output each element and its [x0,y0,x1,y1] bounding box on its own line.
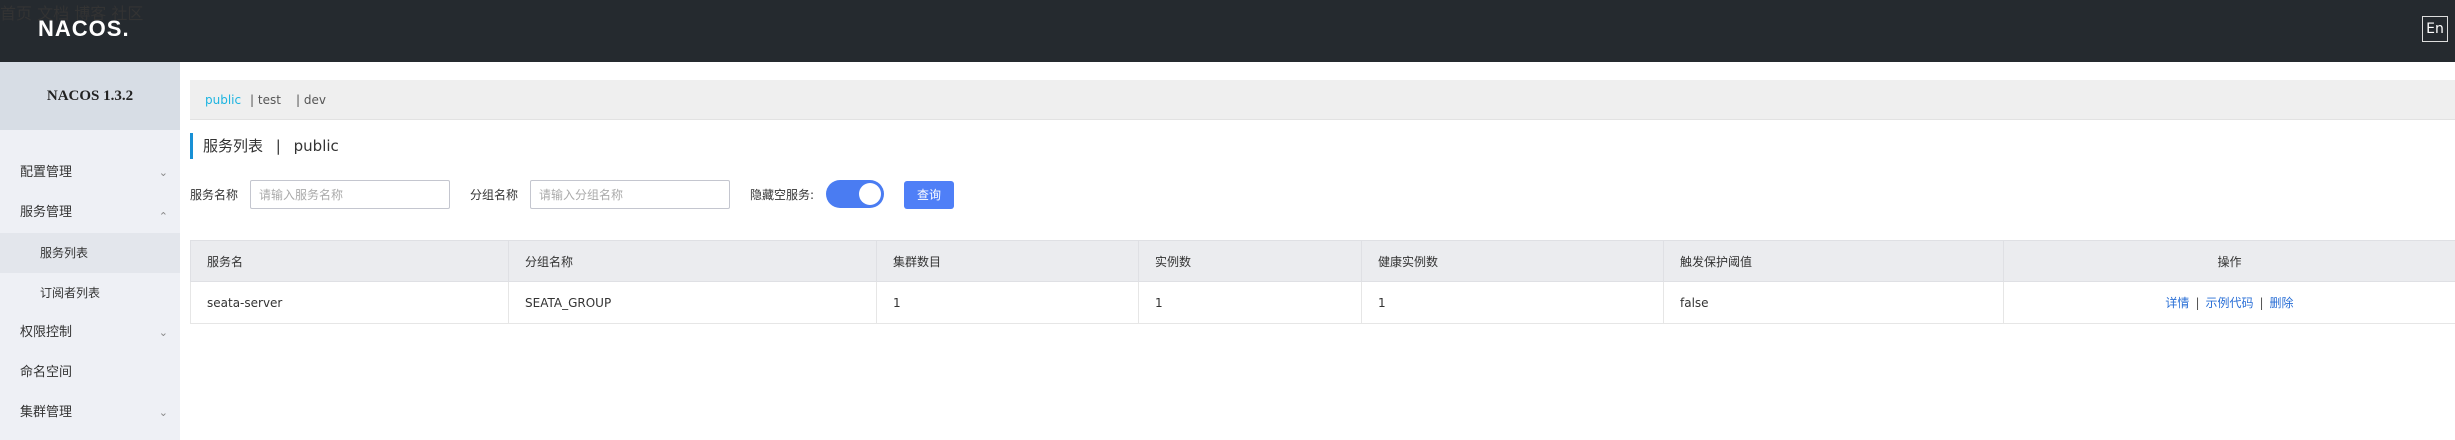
sidebar-item-service-management[interactable]: 服务管理 ⌃ [0,193,180,233]
sidebar-item-label: 权限控制 [20,325,73,340]
chevron-down-icon: ⌄ [158,406,168,419]
table-row: seata-server SEATA_GROUP 1 1 1 false 详情 |… [190,281,2455,324]
query-button[interactable]: 查询 [904,181,954,209]
namespace-public[interactable]: public [205,93,241,107]
operation-separator: | [2195,296,2200,310]
sidebar-item-label: 命名空间 [20,365,73,380]
cell-group-name: SEATA_GROUP [508,281,877,324]
nav-home[interactable]: 首页 [0,4,32,23]
chevron-down-icon: ⌄ [158,166,168,179]
sidebar: NACOS 1.3.2 配置管理 ⌄ 服务管理 ⌃ 服务列表 订阅者列表 权限控… [0,62,180,440]
sidebar-subitem-service-list[interactable]: 服务列表 [0,233,180,273]
nacos-logo[interactable]: NACOS. [38,13,130,45]
page-title-namespace: public [293,137,339,155]
namespace-bar: public | test | dev [190,80,2455,120]
page-title-text: 服务列表 [203,137,264,155]
sidebar-item-config-management[interactable]: 配置管理 ⌄ [0,153,180,193]
service-name-input[interactable] [250,180,450,209]
column-header-cluster-count: 集群数目 [876,240,1139,282]
sidebar-item-label: 集群管理 [20,405,73,420]
cell-healthy-instance-count: 1 [1361,281,1664,324]
sidebar-item-label: 订阅者列表 [40,286,101,300]
column-header-service-name: 服务名 [190,240,509,282]
hide-empty-service-toggle[interactable] [826,180,884,208]
page-title: 服务列表 | public [190,133,339,159]
hide-empty-service-label: 隐藏空服务: [750,188,815,202]
group-name-label: 分组名称 [470,188,519,202]
column-header-operations: 操作 [2003,240,2455,282]
sidebar-item-namespace[interactable]: 命名空间 [0,353,180,393]
sidebar-item-cluster-management[interactable]: 集群管理 ⌄ [0,393,180,433]
sidebar-item-label: 服务管理 [20,205,73,220]
service-name-label: 服务名称 [190,188,239,202]
service-table: 服务名 分组名称 集群数目 实例数 健康实例数 触发保护阈值 操作 seata-… [190,240,2455,324]
group-name-input[interactable] [530,180,730,209]
column-header-protect-threshold: 触发保护阈值 [1663,240,2004,282]
chevron-down-icon: ⌄ [158,326,168,339]
sidebar-brand: NACOS 1.3.2 [0,62,180,130]
namespace-test[interactable]: | test [250,93,281,107]
sidebar-subitem-subscriber-list[interactable]: 订阅者列表 [0,273,180,313]
cell-service-name: seata-server [190,281,509,324]
language-switch-button[interactable]: En [2422,16,2448,42]
cell-cluster-count: 1 [876,281,1139,324]
cell-protect-threshold: false [1663,281,2004,324]
toggle-knob [859,183,881,205]
sidebar-item-access-control[interactable]: 权限控制 ⌄ [0,313,180,353]
chevron-up-icon: ⌃ [158,210,168,223]
title-separator: | [275,137,281,155]
sample-code-link[interactable]: 示例代码 [2205,296,2253,310]
operation-separator: | [2259,296,2264,310]
table-header-row: 服务名 分组名称 集群数目 实例数 健康实例数 触发保护阈值 操作 [190,240,2455,282]
detail-link[interactable]: 详情 [2165,296,2189,310]
cell-instance-count: 1 [1138,281,1362,324]
column-header-group-name: 分组名称 [508,240,877,282]
delete-link[interactable]: 删除 [2270,296,2294,310]
sidebar-item-label: 服务列表 [40,246,89,260]
cell-operations: 详情 | 示例代码 | 删除 [2003,281,2455,324]
logo-text: NACOS. [38,16,130,41]
column-header-instance-count: 实例数 [1138,240,1362,282]
sidebar-item-label: 配置管理 [20,165,73,180]
top-navbar: NACOS. 首页 文档 博客 社区 En [0,0,2455,62]
column-header-healthy-instance-count: 健康实例数 [1361,240,1664,282]
namespace-dev[interactable]: | dev [296,93,326,107]
